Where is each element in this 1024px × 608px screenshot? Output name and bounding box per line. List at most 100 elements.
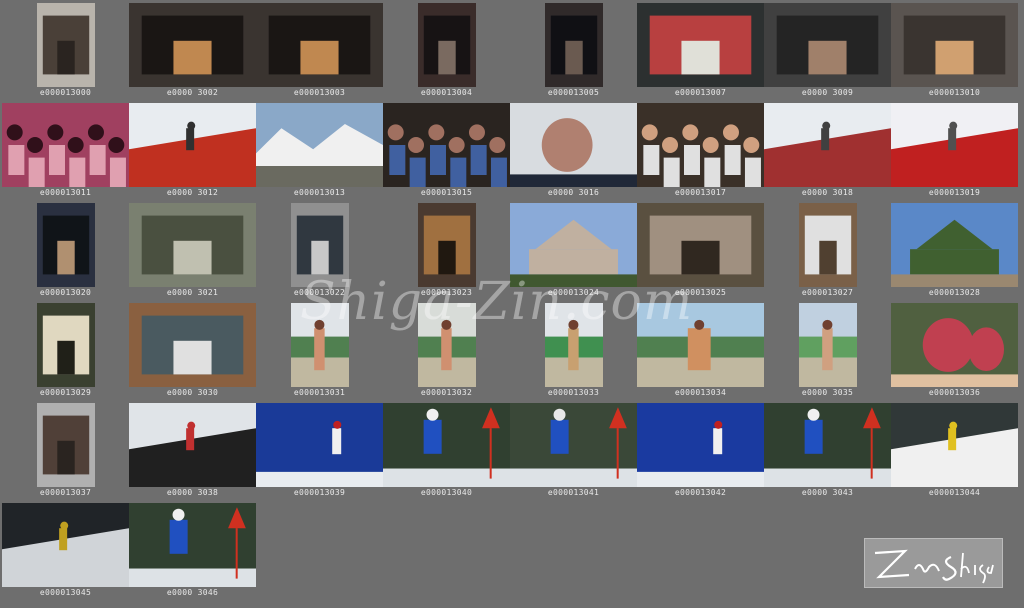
contact-frame: e0000 3016 (510, 100, 637, 200)
frame-caption: e0000 3009 (801, 88, 854, 97)
frame-caption: e000013036 (928, 388, 981, 397)
photo-thumbnail (256, 403, 383, 487)
contact-frame: e000013042 (637, 400, 764, 500)
photo-thumbnail (36, 403, 95, 487)
photo-thumbnail (637, 103, 764, 187)
contact-frame: e000013019 (891, 100, 1018, 200)
contact-frame: e000013039 (256, 400, 383, 500)
photo-thumbnail (36, 303, 95, 387)
frame-caption: e0000 3002 (166, 88, 219, 97)
contact-frame: e0000 3038 (129, 400, 256, 500)
frame-caption: e000013003 (293, 88, 346, 97)
frame-caption: e000013034 (674, 388, 727, 397)
contact-frame: e000013028 (891, 200, 1018, 300)
photo-thumbnail (36, 3, 95, 87)
photo-thumbnail (891, 303, 1018, 387)
contact-frame: e000013005 (510, 0, 637, 100)
photo-thumbnail (637, 403, 764, 487)
frame-caption: e000013032 (420, 388, 473, 397)
frame-caption: e000013005 (547, 88, 600, 97)
photo-thumbnail (129, 203, 256, 287)
contact-frame: e000013020 (2, 200, 129, 300)
photo-thumbnail (637, 3, 764, 87)
contact-frame: e000013037 (2, 400, 129, 500)
frame-caption: e000013029 (39, 388, 92, 397)
contact-frame: e000013045 (2, 500, 129, 600)
photo-thumbnail (2, 103, 129, 187)
photo-thumbnail (129, 103, 256, 187)
frame-caption: e0000 3021 (166, 288, 219, 297)
contact-frame: e0000 3043 (764, 400, 891, 500)
photo-thumbnail (798, 303, 857, 387)
contact-frame: e0000 3009 (764, 0, 891, 100)
photo-thumbnail (891, 203, 1018, 287)
frame-caption: e0000 3035 (801, 388, 854, 397)
photo-thumbnail (383, 403, 510, 487)
contact-frame: e0000 3021 (129, 200, 256, 300)
photo-thumbnail (256, 3, 383, 87)
photo-thumbnail (256, 103, 383, 187)
photo-thumbnail (129, 403, 256, 487)
photo-thumbnail (417, 3, 476, 87)
contact-frame: e000013029 (2, 300, 129, 400)
contact-frame: e000013010 (891, 0, 1018, 100)
contact-frame: e000013007 (637, 0, 764, 100)
contact-frame: e0000 3002 (129, 0, 256, 100)
contact-frame: e000013041 (510, 400, 637, 500)
photo-thumbnail (36, 203, 95, 287)
frame-caption: e000013020 (39, 288, 92, 297)
photo-thumbnail (764, 403, 891, 487)
signature-logo (864, 538, 1003, 588)
frame-caption: e000013007 (674, 88, 727, 97)
photo-thumbnail (764, 3, 891, 87)
contact-frame: e000013011 (2, 100, 129, 200)
contact-frame: e000013040 (383, 400, 510, 500)
contact-frame: e0000 3018 (764, 100, 891, 200)
watermark: Shiga-Zin.com (300, 272, 694, 332)
frame-caption: e000013013 (293, 188, 346, 197)
frame-caption: e000013011 (39, 188, 92, 197)
contact-frame: e0000 3046 (129, 500, 256, 600)
frame-caption: e000013019 (928, 188, 981, 197)
frame-caption: e000013028 (928, 288, 981, 297)
contact-frame: e0000 3035 (764, 300, 891, 400)
photo-thumbnail (510, 403, 637, 487)
frame-caption: e000013015 (420, 188, 473, 197)
frame-caption: e0000 3016 (547, 188, 600, 197)
frame-caption: e000013041 (547, 488, 600, 497)
frame-caption: e0000 3030 (166, 388, 219, 397)
photo-thumbnail (383, 103, 510, 187)
photo-thumbnail (2, 503, 129, 587)
contact-frame: e000013044 (891, 400, 1018, 500)
photo-thumbnail (129, 303, 256, 387)
contact-frame: e000013036 (891, 300, 1018, 400)
photo-thumbnail (891, 103, 1018, 187)
contact-frame: e0000 3030 (129, 300, 256, 400)
frame-caption: e0000 3043 (801, 488, 854, 497)
photo-thumbnail (129, 503, 256, 587)
frame-caption: e000013040 (420, 488, 473, 497)
photo-thumbnail (129, 3, 256, 87)
photo-thumbnail (891, 3, 1018, 87)
frame-caption: e0000 3018 (801, 188, 854, 197)
photo-thumbnail (798, 203, 857, 287)
contact-frame: e000013013 (256, 100, 383, 200)
frame-caption: e000013044 (928, 488, 981, 497)
contact-frame: e000013017 (637, 100, 764, 200)
photo-thumbnail (891, 403, 1018, 487)
frame-caption: e000013042 (674, 488, 727, 497)
frame-caption: e000013000 (39, 88, 92, 97)
photo-thumbnail (510, 103, 637, 187)
frame-caption: e0000 3012 (166, 188, 219, 197)
frame-caption: e000013033 (547, 388, 600, 397)
photo-thumbnail (764, 103, 891, 187)
contact-frame: e0000 3012 (129, 100, 256, 200)
frame-caption: e000013037 (39, 488, 92, 497)
contact-frame: e000013027 (764, 200, 891, 300)
frame-caption: e0000 3046 (166, 588, 219, 597)
contact-frame: e000013003 (256, 0, 383, 100)
contact-frame: e000013000 (2, 0, 129, 100)
frame-caption: e000013017 (674, 188, 727, 197)
contact-frame: e000013015 (383, 100, 510, 200)
frame-caption: e000013027 (801, 288, 854, 297)
